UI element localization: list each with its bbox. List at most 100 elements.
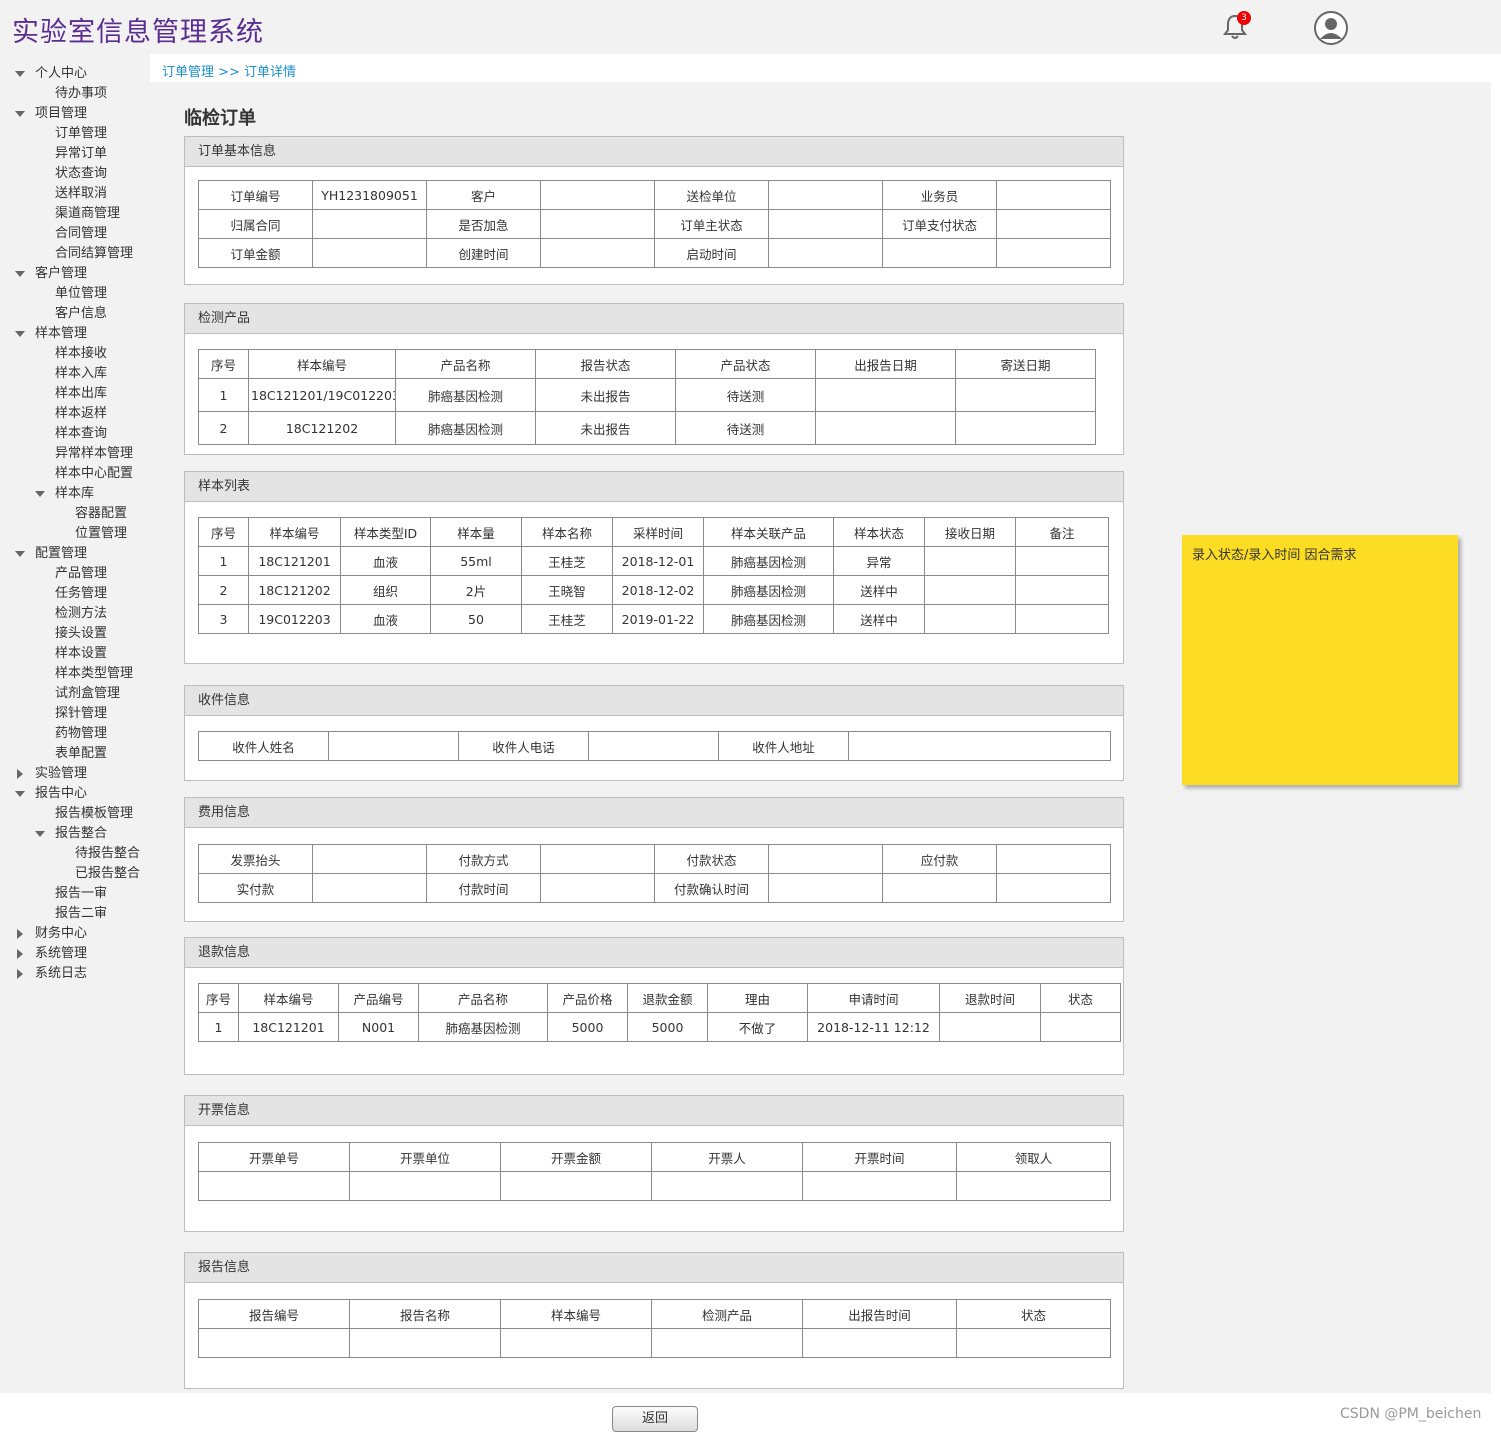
sidebar-item[interactable]: 送样取消	[0, 184, 150, 204]
caret-down-icon[interactable]	[15, 784, 25, 804]
column-header: 样本编号	[248, 517, 341, 547]
sidebar-item[interactable]: 样本出库	[0, 384, 150, 404]
sidebar-item[interactable]: 项目管理	[0, 104, 150, 124]
sidebar-item[interactable]: 任务管理	[0, 584, 150, 604]
sidebar-item-label: 样本库	[55, 486, 95, 501]
table-header-row: 序号 样本编号 产品名称 报告状态 产品状态 出报告日期 寄送日期	[198, 349, 1096, 379]
table-cell: 发票抬头	[198, 844, 313, 874]
table-cell: 2019-01-22	[612, 604, 704, 634]
sidebar-item[interactable]: 报告二审	[0, 904, 150, 924]
avatar-icon[interactable]	[1314, 11, 1348, 45]
sticky-note: 录入状态/录入时间 因合需求	[1182, 535, 1458, 785]
sidebar-item[interactable]: 系统日志	[0, 964, 150, 984]
sidebar-item[interactable]: 客户管理	[0, 264, 150, 284]
breadcrumb[interactable]: 订单管理 >> 订单详情	[162, 61, 296, 80]
caret-down-icon[interactable]	[15, 264, 25, 284]
caret-right-icon[interactable]	[15, 924, 25, 944]
sidebar-item-label: 产品管理	[55, 566, 108, 581]
sidebar-item[interactable]: 样本返样	[0, 404, 150, 424]
sidebar-item[interactable]: 样本管理	[0, 324, 150, 344]
sidebar-item[interactable]: 客户信息	[0, 304, 150, 324]
sidebar-item[interactable]: 样本查询	[0, 424, 150, 444]
breadcrumb-bar: 订单管理 >> 订单详情	[150, 54, 1491, 82]
sidebar-item[interactable]: 样本设置	[0, 644, 150, 664]
sidebar-item[interactable]: 待办事项	[0, 84, 150, 104]
sidebar-item[interactable]: 报告模板管理	[0, 804, 150, 824]
refund-panel: 退款信息 序号 样本编号 产品编号 产品名称 产品价格 退款金额 理由 申请时间 退款时间 状态 1…	[184, 937, 1124, 1075]
column-header: 理由	[707, 983, 808, 1013]
table-row	[198, 1171, 1111, 1201]
sidebar-item[interactable]: 合同结算管理	[0, 244, 150, 264]
sidebar-item-label: 异常样本管理	[55, 446, 134, 461]
table-cell	[328, 731, 459, 761]
table-cell: 5000	[547, 1012, 628, 1042]
sidebar-item[interactable]: 实验管理	[0, 764, 150, 784]
sidebar-item[interactable]: 产品管理	[0, 564, 150, 584]
sidebar-item[interactable]: 渠道商管理	[0, 204, 150, 224]
sidebar-menu: 个人中心 待办事项 项目管理 订单管理 异常订单 状态查询 送样取消 渠道商管理合同管理合同结…	[0, 64, 150, 984]
sidebar-item[interactable]: 表单配置	[0, 744, 150, 764]
column-header: 产品状态	[675, 349, 816, 379]
sidebar-item[interactable]: 配置管理	[0, 544, 150, 564]
sidebar-item[interactable]: 个人中心	[0, 64, 150, 84]
sidebar-item[interactable]: 报告整合	[0, 824, 150, 844]
caret-down-icon[interactable]	[15, 64, 25, 84]
sidebar-item[interactable]: 报告一审	[0, 884, 150, 904]
caret-down-icon[interactable]	[35, 484, 45, 504]
order-basic-panel: 订单基本信息 订单编号 YH1231809051 客户 送检单位 业务员 归属合同 是否加急…	[184, 136, 1124, 285]
sidebar-item[interactable]: 容器配置	[0, 504, 150, 524]
sidebar-item[interactable]: 财务中心	[0, 924, 150, 944]
column-header: 备注	[1015, 517, 1109, 547]
sidebar-item[interactable]: 异常订单	[0, 144, 150, 164]
sidebar-item[interactable]: 样本库	[0, 484, 150, 504]
sidebar-item[interactable]: 探针管理	[0, 704, 150, 724]
sidebar-item-label: 接头设置	[55, 626, 108, 641]
fees-panel: 费用信息 发票抬头 付款方式 付款状态 应付款 实付款 付款时间 付款确认时间	[184, 797, 1124, 922]
sidebar-item[interactable]: 药物管理	[0, 724, 150, 744]
table-cell: 血液	[340, 604, 431, 634]
sidebar-item[interactable]: 待报告整合	[0, 844, 150, 864]
table-cell: 2片	[430, 575, 522, 605]
sidebar-item[interactable]: 样本类型管理	[0, 664, 150, 684]
sidebar-item[interactable]: 接头设置	[0, 624, 150, 644]
sidebar-item[interactable]: 状态查询	[0, 164, 150, 184]
sidebar-item[interactable]: 样本入库	[0, 364, 150, 384]
sidebar-item[interactable]: 检测方法	[0, 604, 150, 624]
sidebar-item[interactable]: 合同管理	[0, 224, 150, 244]
back-button[interactable]: 返回	[612, 1406, 698, 1432]
sidebar-item[interactable]: 异常样本管理	[0, 444, 150, 464]
table-cell: 2	[198, 411, 249, 445]
sidebar-item[interactable]: 样本接收	[0, 344, 150, 364]
sidebar-item-label: 系统管理	[35, 946, 88, 961]
table-row: 2 18C121202 组织 2片 王晓智 2018-12-02 肺癌基因检测 送样中	[198, 575, 1109, 605]
sidebar-item[interactable]: 已报告整合	[0, 864, 150, 884]
panel-title: 订单基本信息	[185, 137, 1123, 167]
sidebar-item[interactable]: 报告中心	[0, 784, 150, 804]
table-cell	[540, 209, 655, 239]
table-cell: 肺癌基因检测	[418, 1012, 548, 1042]
caret-down-icon[interactable]	[15, 104, 25, 124]
sidebar-item-label: 样本入库	[55, 366, 108, 381]
sidebar-item[interactable]: 系统管理	[0, 944, 150, 964]
sidebar-item-label: 容器配置	[75, 506, 128, 521]
caret-down-icon[interactable]	[15, 544, 25, 564]
sidebar-item[interactable]: 订单管理	[0, 124, 150, 144]
table-cell: 1	[198, 1012, 239, 1042]
caret-right-icon[interactable]	[15, 964, 25, 984]
sidebar-item[interactable]: 单位管理	[0, 284, 150, 304]
table-cell: 业务员	[882, 180, 997, 210]
caret-down-icon[interactable]	[35, 824, 45, 844]
caret-right-icon[interactable]	[15, 944, 25, 964]
table-cell: YH1231809051	[312, 180, 427, 210]
sidebar-item-label: 合同管理	[55, 226, 108, 241]
sidebar-item[interactable]: 样本中心配置	[0, 464, 150, 484]
caret-right-icon[interactable]	[15, 764, 25, 784]
table-header-row: 报告编号 报告名称 样本编号 检测产品 出报告时间 状态	[198, 1299, 1111, 1329]
caret-down-icon[interactable]	[15, 324, 25, 344]
column-header: 领取人	[956, 1142, 1111, 1172]
table-cell	[924, 546, 1016, 576]
sidebar-item[interactable]: 位置管理	[0, 524, 150, 544]
column-header: 样本编号	[238, 983, 339, 1013]
products-panel: 检测产品 序号 样本编号 产品名称 报告状态 产品状态 出报告日期 寄送日期 1 18C1212…	[184, 303, 1124, 455]
sidebar-item[interactable]: 试剂盒管理	[0, 684, 150, 704]
